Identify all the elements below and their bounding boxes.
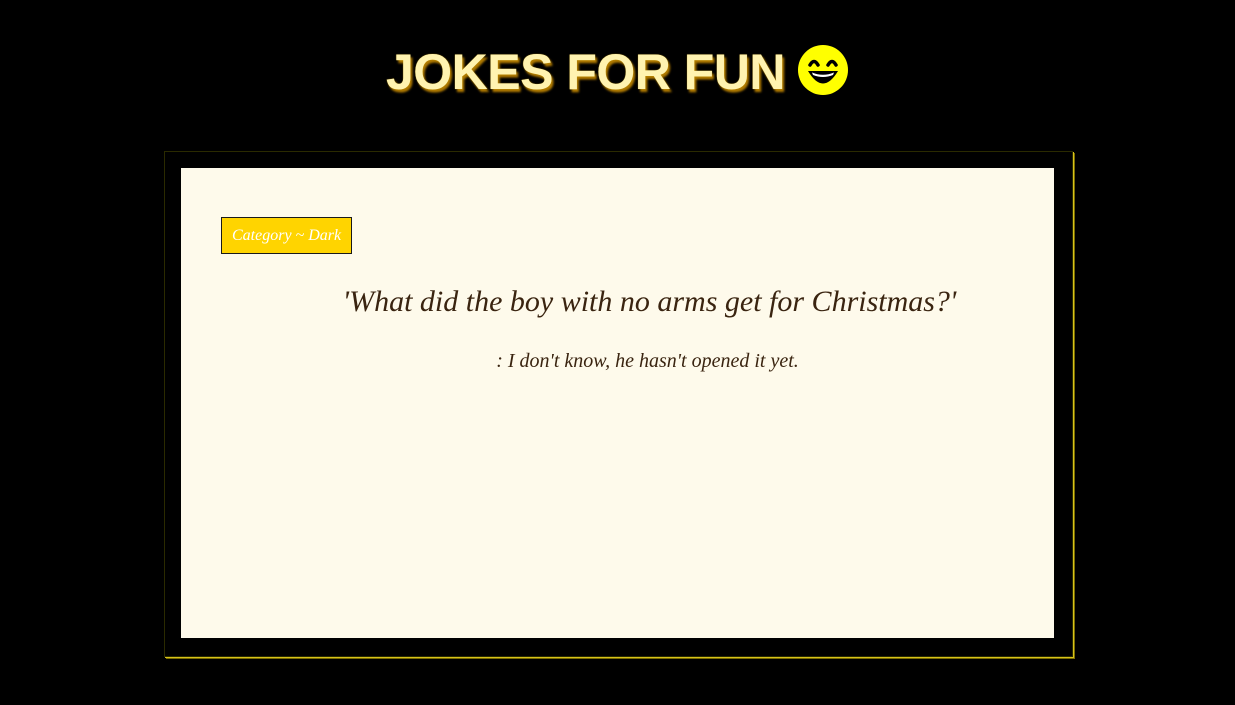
- category-badge: Category ~ Dark: [221, 217, 353, 254]
- joke-answer: : I don't know, he hasn't opened it yet.: [496, 350, 799, 372]
- page-header: JOKES FOR FUN: [0, 42, 1235, 102]
- page-title: JOKES FOR FUN: [385, 44, 786, 100]
- grinning-face-icon: [798, 45, 849, 95]
- joke-frame: Category ~ Dark 'What did the boy with n…: [164, 151, 1073, 657]
- joke-card: Category ~ Dark 'What did the boy with n…: [181, 168, 1054, 638]
- joke-question: 'What did the boy with no arms get for C…: [342, 285, 957, 318]
